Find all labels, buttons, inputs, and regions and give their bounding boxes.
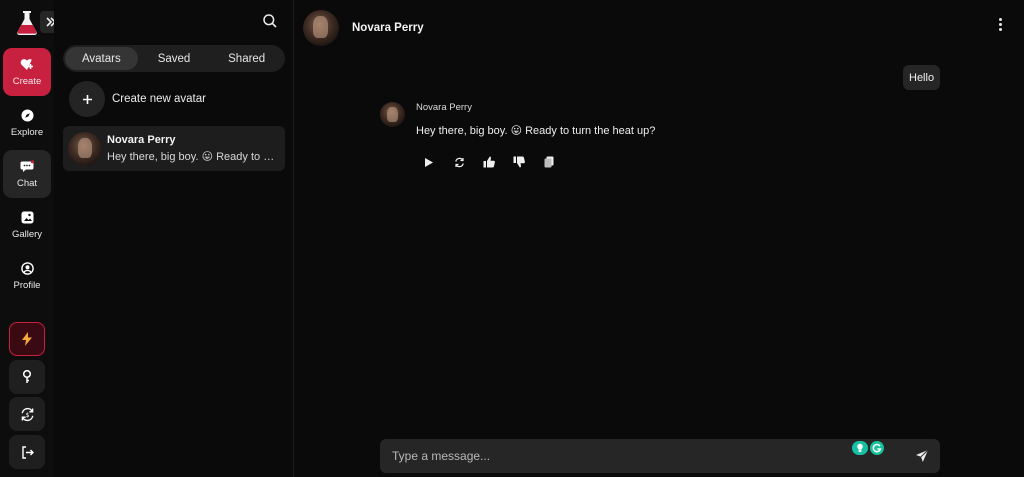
key-button[interactable]: [9, 360, 45, 394]
bot-avatar-wrapper: [380, 102, 405, 127]
message-actions: [422, 155, 556, 169]
nav-chat-label: Chat: [16, 177, 38, 189]
extension-icons: [852, 441, 884, 455]
avatar: [380, 102, 405, 127]
key-icon: [22, 370, 32, 383]
lightning-icon: [22, 332, 32, 346]
nav-create[interactable]: Create: [3, 48, 51, 96]
nav-profile[interactable]: Profile: [3, 252, 51, 300]
user-message-bubble: Hello: [903, 65, 941, 90]
thumbs-down-icon[interactable]: [512, 155, 526, 169]
logout-icon: [21, 445, 34, 459]
compass-icon: [21, 109, 33, 121]
nav-explore-label: Explore: [10, 126, 44, 138]
chat-item-name: Novara Perry: [107, 134, 176, 146]
play-icon[interactable]: [422, 155, 436, 169]
send-icon: [916, 449, 929, 462]
nav-gallery-label: Gallery: [11, 228, 43, 240]
thumbs-up-icon[interactable]: [482, 155, 496, 169]
bot-message-author: Novara Perry: [416, 102, 472, 113]
create-new-avatar-label: Create new avatar: [112, 93, 206, 105]
tab-shared[interactable]: Shared: [210, 47, 283, 70]
nav-chat[interactable]: Chat: [3, 150, 51, 198]
sync-button[interactable]: $: [9, 397, 45, 431]
tab-saved[interactable]: Saved: [138, 47, 211, 70]
nav-gallery[interactable]: Gallery: [3, 201, 51, 249]
avatar-tabs: Avatars Saved Shared: [63, 45, 285, 72]
boost-button[interactable]: [9, 322, 45, 356]
tab-avatars[interactable]: Avatars: [65, 47, 138, 70]
send-button[interactable]: [915, 449, 929, 463]
nav-explore[interactable]: Explore: [3, 99, 51, 147]
chat-bubble-icon: [20, 159, 34, 172]
search-icon: [263, 14, 277, 28]
lightbulb-icon[interactable]: [852, 441, 868, 455]
sync-icon: $: [21, 407, 33, 421]
flask-logo-icon[interactable]: [15, 10, 39, 36]
conversation-header: Novara Perry: [303, 10, 424, 46]
grammarly-icon[interactable]: [870, 441, 884, 455]
plus-icon: [69, 81, 105, 117]
conversation-title: Novara Perry: [352, 22, 424, 34]
avatar[interactable]: [303, 10, 339, 46]
avatar: [68, 131, 102, 166]
conversation-list-panel: Avatars Saved Shared Create new avatar N…: [54, 0, 294, 477]
gallery-icon: [21, 211, 33, 223]
create-new-avatar-button[interactable]: Create new avatar: [69, 81, 279, 117]
message-composer: [380, 439, 940, 473]
heart-plus-icon: [20, 58, 33, 70]
chat-list-item[interactable]: Novara Perry Hey there, big boy. 😛 Ready…: [63, 126, 285, 171]
more-options-icon[interactable]: [994, 18, 1006, 36]
svg-text:$: $: [25, 412, 29, 419]
copy-icon[interactable]: [542, 155, 556, 169]
nav-create-label: Create: [12, 75, 42, 87]
conversation-area: Novara Perry Hello Novara Perry Hey ther…: [294, 0, 1024, 477]
chat-item-preview: Hey there, big boy. 😛 Ready to turn the …: [107, 151, 275, 163]
left-rail: Create Explore Chat Gallery Profile $: [0, 0, 62, 477]
user-circle-icon: [20, 261, 34, 275]
logout-button[interactable]: [9, 435, 45, 469]
nav-profile-label: Profile: [13, 279, 41, 291]
regenerate-icon[interactable]: [452, 155, 466, 169]
message-input[interactable]: [380, 439, 840, 473]
bot-message-text: Hey there, big boy. 😛 Ready to turn the …: [416, 125, 656, 137]
search-button[interactable]: [262, 13, 280, 31]
